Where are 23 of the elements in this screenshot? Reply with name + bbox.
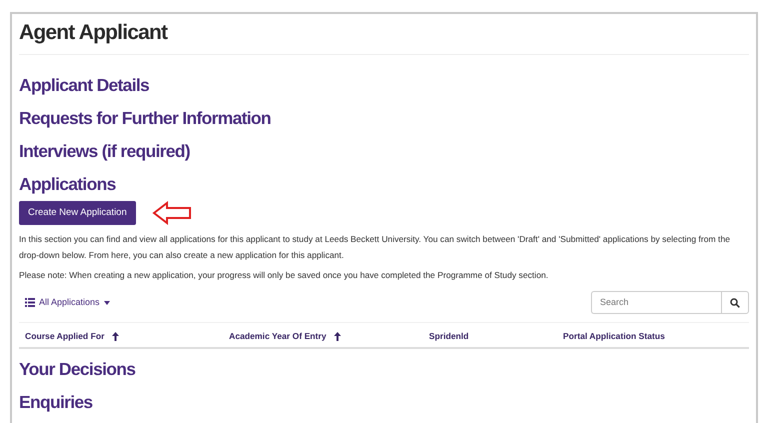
search-field[interactable]: Search [591,291,721,314]
caret-icon[interactable] [104,300,110,305]
column-header[interactable]: Academic Year Of Entry [229,330,429,344]
sort-arrow-icon[interactable] [334,332,342,342]
column-header[interactable]: Portal Application Status [563,330,665,344]
section-heading[interactable]: Applicant Details [19,69,749,102]
list-icon[interactable] [25,298,35,308]
info-text: Please note: When creating a new application, your progress will only be saved once you have completed the Programme of Study section. [19,269,550,282]
filter-dropdown[interactable]: All Applications [19,296,116,310]
sort-arrow-icon[interactable] [112,332,120,342]
section-heading[interactable]: Applications [19,168,749,202]
section-heading[interactable]: Interviews (if required) [19,135,749,168]
arrow-icon [152,201,192,226]
create-application-button[interactable]: Create New Application [19,201,136,226]
search-icon[interactable] [730,298,740,308]
page-title: Agent Applicant [19,20,749,56]
column-header[interactable]: Spridenld [429,330,563,344]
section-heading[interactable]: Enquiries [19,386,749,420]
section-heading[interactable]: Your Decisions [19,353,749,386]
section-heading[interactable]: Requests for Further Information [19,102,749,136]
column-header[interactable]: Course Applied For [25,330,229,344]
info-text: In this section you can find and view all applications for this applicant to study at Leeds Beckett University. You can switch between 'Draft' and 'Submitted' applications by selecting from the drop-down below. From here, you can also create a new application for this applicant. [19,233,732,262]
search-button[interactable] [721,291,749,314]
